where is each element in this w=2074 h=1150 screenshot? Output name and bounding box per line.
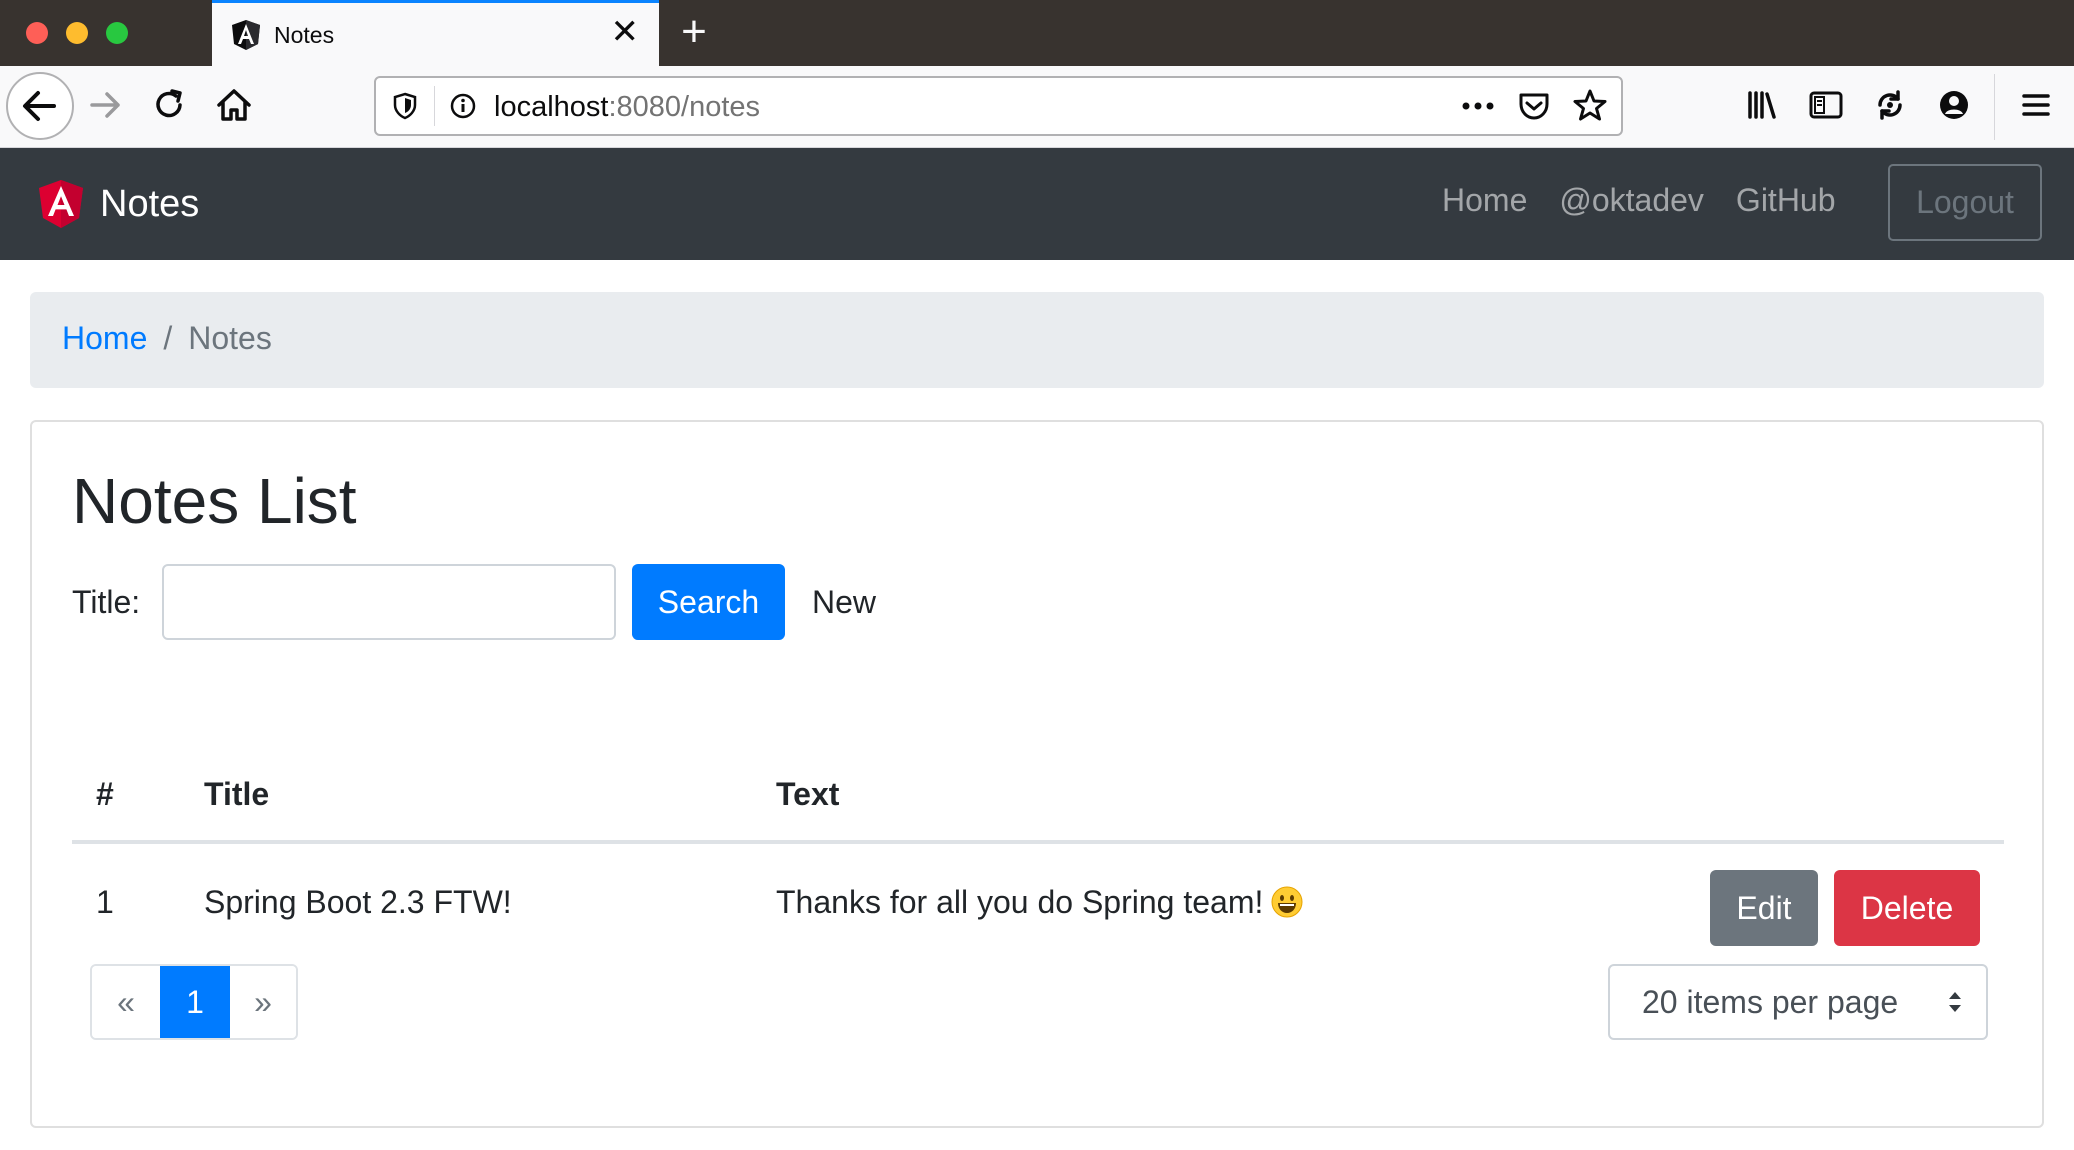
navbar-brand[interactable]: Notes xyxy=(38,178,199,230)
breadcrumb-items: Home / Notes xyxy=(62,320,272,357)
notes-card: Notes List Title: Search New # Title Tex… xyxy=(30,420,2044,1128)
tab-title: Notes xyxy=(274,22,335,48)
delete-button[interactable]: Delete xyxy=(1834,870,1980,946)
home-icon[interactable] xyxy=(212,83,256,127)
search-label: Title: xyxy=(72,584,141,620)
notes-table: # Title Text 1 Spring Boot 2.3 FTW! Than… xyxy=(72,722,2004,954)
note-text-cell: Thanks for all you do Spring team! xyxy=(776,884,1303,921)
url-bar[interactable]: localhost:8080/notes xyxy=(374,76,1623,136)
pocket-icon[interactable] xyxy=(1516,88,1552,124)
note-id: 1 xyxy=(96,884,114,920)
info-icon[interactable] xyxy=(448,91,478,121)
app-navbar: Notes Home @oktadev GitHub Logout xyxy=(0,148,2074,260)
angular-logo-icon xyxy=(39,180,83,228)
select-caret-icon xyxy=(1949,992,1961,1012)
browser-tab[interactable]: Notes ✕ xyxy=(212,0,659,66)
library-icon[interactable] xyxy=(1742,85,1782,125)
page-title: Notes List xyxy=(72,465,357,537)
forward-icon[interactable] xyxy=(84,83,128,127)
reload-icon[interactable] xyxy=(148,83,192,127)
edit-button[interactable]: Edit xyxy=(1710,870,1818,946)
star-icon[interactable] xyxy=(1572,87,1608,123)
breadcrumb-separator: / xyxy=(163,320,173,356)
smiley-emoji-icon xyxy=(1271,886,1303,918)
pagination-prev[interactable]: « xyxy=(92,966,160,1038)
pagination: « 1 » xyxy=(90,964,298,1040)
new-note-link[interactable]: New xyxy=(812,584,876,621)
url-separator xyxy=(434,86,435,126)
back-icon xyxy=(23,91,56,121)
table-row: 1 Spring Boot 2.3 FTW! Thanks for all yo… xyxy=(72,844,2004,954)
column-header-title[interactable]: Title xyxy=(204,776,269,813)
browser-toolbar: localhost:8080/notes xyxy=(0,66,2074,148)
brand-title: Notes xyxy=(100,182,200,225)
title-search-input[interactable] xyxy=(162,564,616,640)
menu-icon[interactable] xyxy=(2016,85,2056,125)
more-icon[interactable] xyxy=(1458,88,1498,124)
breadcrumb-current: Notes xyxy=(188,320,272,356)
shield-icon[interactable] xyxy=(390,91,420,121)
note-title: Spring Boot 2.3 FTW! xyxy=(204,884,512,920)
url-text[interactable]: localhost:8080/notes xyxy=(494,91,760,124)
new-tab-icon[interactable]: + xyxy=(674,10,714,54)
account-icon[interactable] xyxy=(1934,85,1974,125)
close-tab-icon[interactable]: ✕ xyxy=(611,15,640,49)
nav-link-github[interactable]: GitHub xyxy=(1736,182,1836,219)
column-header-text[interactable]: Text xyxy=(776,776,839,813)
navbar-links: Home @oktadev GitHub xyxy=(1442,182,1868,219)
page-size-select[interactable]: 20 items per page xyxy=(1608,964,1988,1040)
table-header: # Title Text xyxy=(72,722,2004,844)
angular-favicon-icon xyxy=(232,20,260,50)
pagination-next[interactable]: » xyxy=(228,966,296,1038)
column-header-id[interactable]: # xyxy=(96,776,114,813)
window-maximize-button[interactable] xyxy=(106,22,128,44)
page-size-value: 20 items per page xyxy=(1642,984,1899,1020)
pagination-page-1[interactable]: 1 xyxy=(160,966,228,1038)
window-minimize-button[interactable] xyxy=(66,22,88,44)
browser-tab-strip: Notes ✕ + xyxy=(0,0,2074,66)
nav-link-oktadev[interactable]: @oktadev xyxy=(1559,182,1704,219)
sidebar-icon[interactable] xyxy=(1806,85,1846,125)
nav-link-home[interactable]: Home xyxy=(1442,182,1527,219)
back-button[interactable] xyxy=(6,72,74,140)
breadcrumb-home-link[interactable]: Home xyxy=(62,320,147,356)
note-text: Thanks for all you do Spring team! xyxy=(776,884,1264,920)
toolbar-separator xyxy=(1994,74,1995,140)
search-button[interactable]: Search xyxy=(632,564,785,640)
sync-icon[interactable] xyxy=(1870,85,1910,125)
logout-button[interactable]: Logout xyxy=(1888,164,2042,241)
breadcrumb: Home / Notes xyxy=(30,292,2044,388)
window-close-button[interactable] xyxy=(26,22,48,44)
